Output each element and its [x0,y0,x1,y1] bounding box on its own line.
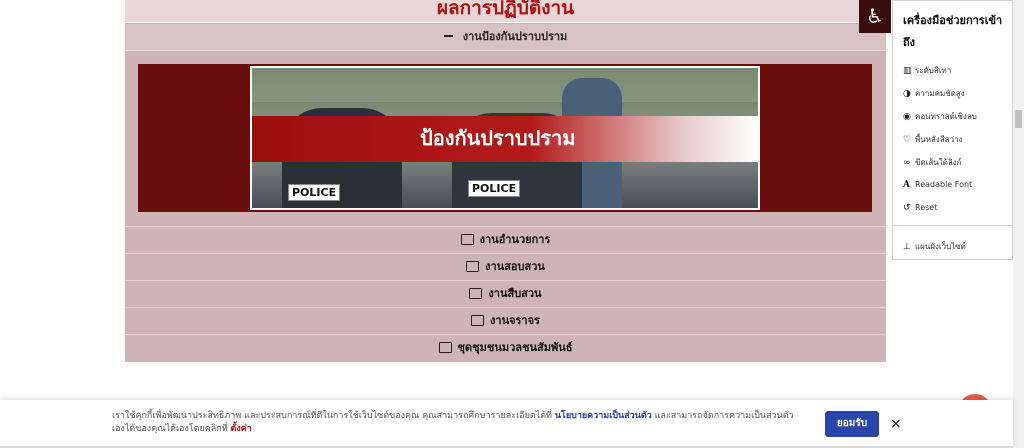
acc-item-grayscale[interactable]: ▥ ระดับสีเทา [903,64,951,77]
acc-item-label: คอนทราสต์เชิงลบ [915,112,977,121]
section-header-label: งานป้องกันปราบปราม [462,30,568,43]
documents-icon [438,341,452,353]
wheelchair-icon: ♿ [866,4,884,28]
menu-item-label: งานสืบสวน [488,287,542,300]
menu-item-label: งานสอบสวน [485,260,545,273]
cookie-text-before: เราใช้คุกกี้เพื่อพัฒนาประสิทธิภาพ และประ… [112,411,555,421]
acc-item-sitemap[interactable]: ⊥ แผนผังเว็บไซต์ [903,240,966,253]
acc-item-label: Readable Font [915,180,973,189]
menu-item-investigation[interactable]: งานสอบสวน [125,253,886,280]
acc-item-light-background[interactable]: ♡ พื้นหลังสีสว่าง [903,133,962,146]
cookie-banner: เราใช้คุกกี้เพื่อพัฒนาประสิทธิภาพ และประ… [0,400,1013,448]
acc-item-underline-links[interactable]: ∞ ขีดเส้นใต้ลิงก์ [903,156,962,169]
contrast-icon: ◑ [903,89,911,99]
documents-icon [466,260,480,272]
police-label-left: POLICE [288,184,341,201]
documents-icon [460,233,474,245]
accessibility-toggle-button[interactable]: ♿ [859,0,891,33]
accessibility-panel: เครื่องมือช่วยการเข้าถึง ▥ ระดับสีเทา ◑ คว… [892,0,1014,260]
acc-item-high-contrast[interactable]: ◑ ความคมชัดสูง [903,87,965,100]
eye-icon: ◉ [903,112,911,122]
acc-item-label: Reset [915,203,938,212]
acc-item-readable-font[interactable]: A Readable Font [903,180,972,190]
acc-item-label: ขีดเส้นใต้ลิงก์ [915,158,962,167]
banner-text: ป้องกันปราบปราม [420,126,576,150]
divider [893,225,1014,226]
section-header-prevention[interactable]: งานป้องกันปราบปราม [125,24,886,51]
banner: POLICE POLICE ป้องกันปราบปราม [138,64,872,212]
privacy-policy-link[interactable]: นโยบายความเป็นส่วนตัว [555,411,652,421]
bulb-icon: ♡ [903,135,912,145]
acc-item-label: ระดับสีเทา [915,66,952,75]
reset-icon: ↺ [903,203,911,213]
menu-item-administration[interactable]: งานอำนวยการ [125,226,886,253]
menu-item-label: งานอำนวยการ [479,233,551,246]
page-scrollbar[interactable] [1013,0,1024,448]
sitemap-icon: ⊥ [903,242,911,252]
font-icon: A [903,180,910,190]
minus-icon [443,35,453,37]
close-icon[interactable]: × [890,416,902,432]
acc-item-negative-contrast[interactable]: ◉ คอนทราสต์เชิงลบ [903,110,977,123]
results-panel: ผลการปฏิบัติงาน งานป้องกันปราบปราม POLIC… [125,0,886,362]
link-icon: ∞ [903,158,911,168]
menu-item-traffic[interactable]: งานจราจร [125,307,886,334]
cookie-message: เราใช้คุกกี้เพื่อพัฒนาประสิทธิภาพ และประ… [112,410,802,436]
acc-item-label: พื้นหลังสีสว่าง [915,135,963,144]
acc-item-label: ความคมชัดสูง [915,89,965,98]
cookie-settings-link[interactable]: ตั้งค่า [231,424,252,434]
police-label-right: POLICE [468,180,521,197]
menu-item-community[interactable]: ชุดชุมชนมวลชนสัมพันธ์ [125,334,886,361]
acc-item-reset[interactable]: ↺ Reset [903,203,937,213]
page-title: ผลการปฏิบัติงาน [436,0,575,19]
page-title-bar: ผลการปฏิบัติงาน [125,0,886,23]
photo-background [252,68,758,102]
grayscale-icon: ▥ [903,66,912,76]
accessibility-title: เครื่องมือช่วยการเข้าถึง [903,14,1003,49]
documents-icon [469,287,483,299]
accept-button[interactable]: ยอมรับ [825,411,879,437]
menu-item-detective[interactable]: งานสืบสวน [125,280,886,307]
menu-item-label: ชุดชุมชนมวลชนสัมพันธ์ [457,341,573,354]
acc-item-label: แผนผังเว็บไซต์ [915,242,966,251]
banner-photo: POLICE POLICE ป้องกันปราบปราม [250,66,760,210]
documents-icon [471,314,485,326]
menu-item-label: งานจราจร [490,314,540,327]
scrollbar-thumb[interactable] [1015,110,1022,128]
